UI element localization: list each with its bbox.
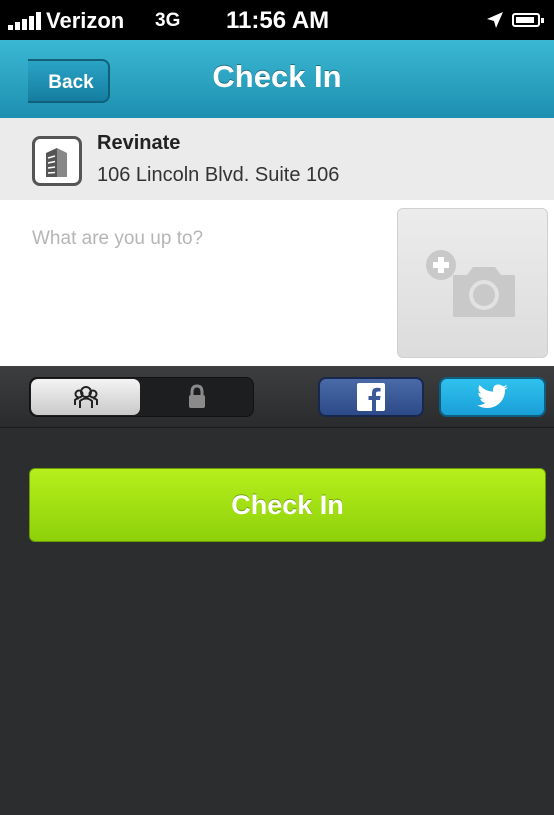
twitter-icon <box>476 384 508 408</box>
back-button-label: Back <box>48 72 94 93</box>
network-type: 3G <box>155 10 181 31</box>
lock-icon <box>189 384 205 408</box>
carrier-name: Verizon <box>46 8 125 33</box>
share-panel: Check In <box>0 366 554 815</box>
public-option[interactable] <box>31 379 140 415</box>
signal-bars-icon <box>8 12 44 30</box>
location-arrow-icon <box>487 12 503 28</box>
venue-name: Revinate <box>97 132 181 154</box>
people-icon <box>73 386 98 408</box>
venue-row[interactable]: Revinate 106 Lincoln Blvd. Suite 106 <box>0 118 554 201</box>
facebook-icon <box>357 383 385 411</box>
building-icon <box>32 136 82 186</box>
add-photo-camera-icon <box>425 250 515 317</box>
nav-bar: Back Check In <box>0 40 554 119</box>
share-toolbar <box>0 366 554 428</box>
privacy-toggle <box>29 377 254 417</box>
clock-time: 11:56 AM <box>226 7 330 34</box>
twitter-share-toggle[interactable] <box>439 377 546 417</box>
facebook-share-toggle[interactable] <box>318 377 424 417</box>
status-message-input[interactable] <box>32 224 362 254</box>
add-photo-button[interactable] <box>397 208 548 358</box>
compose-area <box>0 200 554 366</box>
check-in-button[interactable]: Check In <box>29 468 546 542</box>
status-bar: Verizon 3G 11:56 AM <box>0 0 554 40</box>
battery-icon <box>512 13 544 27</box>
venue-address: 106 Lincoln Blvd. Suite 106 <box>97 164 340 186</box>
private-option[interactable] <box>142 379 252 415</box>
